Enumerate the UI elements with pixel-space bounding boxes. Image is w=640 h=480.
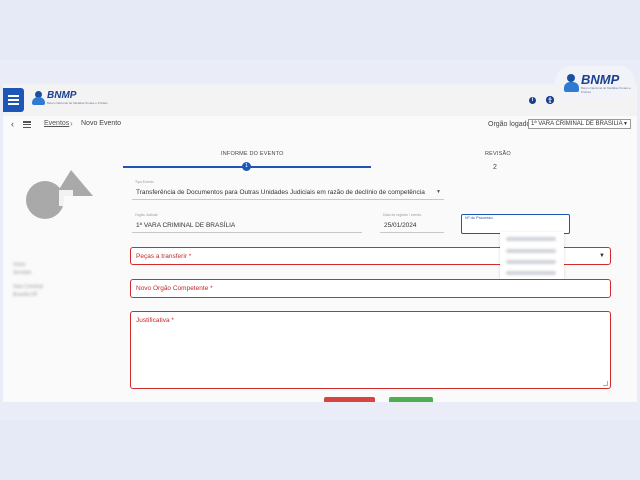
data-registro-label: Data do registro / evento <box>383 213 422 217</box>
numero-processo-input[interactable]: Nº do Processo <box>461 214 570 234</box>
list-icon[interactable] <box>23 121 31 128</box>
orgao-logado-value: 1ª VARA CRIMINAL DE BRASÍLIA <box>531 121 623 127</box>
top-letterbox <box>0 0 640 60</box>
back-chevron-icon[interactable]: ‹ <box>11 119 14 129</box>
cancel-button[interactable] <box>324 397 375 402</box>
tipo-evento-value: Transferência de Documentos para Outras … <box>136 189 425 196</box>
bnmp-logo-icon <box>562 74 579 92</box>
next-button[interactable] <box>389 397 433 402</box>
hamburger-icon-line <box>8 99 19 101</box>
side-info-line: Vara Criminal <box>13 284 43 290</box>
orgao-judicial-field[interactable]: Orgão Judicial 1ª VARA CRIMINAL DE BRASÍ… <box>132 213 362 233</box>
suggestion-option[interactable] <box>506 249 556 253</box>
resize-handle-icon[interactable] <box>603 381 608 386</box>
orgao-judicial-label: Orgão Judicial <box>135 213 158 217</box>
accessibility-icon[interactable] <box>546 96 554 104</box>
suggestion-option[interactable] <box>506 237 556 241</box>
justificativa-label: Justificativa * <box>136 317 174 324</box>
bnmp-watermark-logo: BNMP Banco Nacional de Medidas Penais e … <box>555 66 635 100</box>
data-registro-field[interactable]: Data do registro / evento 25/01/2024 <box>380 213 444 233</box>
numero-processo-label: Nº do Processo <box>465 215 493 220</box>
justificativa-textarea[interactable]: Justificativa * <box>130 311 611 389</box>
chevron-down-icon: ▼ <box>623 121 628 127</box>
processo-suggestions-dropdown <box>500 232 564 282</box>
hamburger-icon-line <box>8 95 19 97</box>
hamburger-icon-line <box>8 103 19 105</box>
novo-orgao-label: Novo Orgão Competente * <box>136 285 213 292</box>
novo-orgao-input[interactable]: Novo Orgão Competente * <box>130 279 611 298</box>
step-label-informe: INFORME DO EVENTO <box>221 151 284 157</box>
chevron-down-icon: ▼ <box>599 253 605 259</box>
side-info-line: Brasília DF <box>13 292 38 298</box>
suggestion-option[interactable] <box>506 260 556 264</box>
step-1-indicator[interactable]: 1 <box>242 162 251 171</box>
bnmp-logo: BNMP Banco Nacional de Medidas Penais e … <box>31 91 108 105</box>
orgao-judicial-value: 1ª VARA CRIMINAL DE BRASÍLIA <box>136 222 236 229</box>
orgao-logado-label: Orgão logado: <box>488 121 533 128</box>
data-registro-value: 25/01/2024 <box>384 222 417 229</box>
logo-subtitle: Banco Nacional de Medidas Penais e Prisõ… <box>47 101 108 105</box>
watermark-logo-name: BNMP <box>581 71 620 87</box>
side-info-line: Victor <box>13 262 26 268</box>
logo-name: BNMP <box>47 90 77 101</box>
watermark-logo-subtitle: Banco Nacional de Medidas Penais e Prisõ… <box>581 85 631 94</box>
suggestion-option[interactable] <box>506 271 556 275</box>
placeholder-illustration <box>25 170 95 235</box>
app-window: BNMP Banco Nacional de Medidas Penais e … <box>3 84 637 402</box>
step-2-indicator[interactable]: 2 <box>493 164 497 171</box>
side-info-line: Servidor <box>13 270 32 276</box>
breadcrumb-link-eventos[interactable]: Eventos <box>44 120 69 127</box>
tipo-evento-select[interactable]: Tipo Evento Transferência de Documentos … <box>132 180 444 200</box>
info-icon[interactable]: i <box>529 97 536 104</box>
pecas-transferir-label: Peças a transferir * <box>136 253 192 260</box>
chevron-down-icon: ▼ <box>436 189 441 195</box>
breadcrumb-separator-icon: › <box>70 119 73 128</box>
step-label-revisao: REVISÃO <box>485 151 511 157</box>
top-bar: BNMP Banco Nacional de Medidas Penais e … <box>3 84 637 116</box>
tipo-evento-label: Tipo Evento <box>135 180 154 184</box>
bnmp-logo-icon <box>31 91 45 105</box>
breadcrumb: ‹ Eventos › Novo Evento Orgão logado: 1ª… <box>3 116 637 134</box>
menu-button[interactable] <box>3 88 24 112</box>
form-stepper: INFORME DO EVENTO REVISÃO 1 2 <box>123 150 511 180</box>
breadcrumb-current: Novo Evento <box>81 120 122 127</box>
orgao-logado-select[interactable]: 1ª VARA CRIMINAL DE BRASÍLIA ▼ <box>528 119 631 129</box>
bottom-letterbox <box>0 420 640 480</box>
